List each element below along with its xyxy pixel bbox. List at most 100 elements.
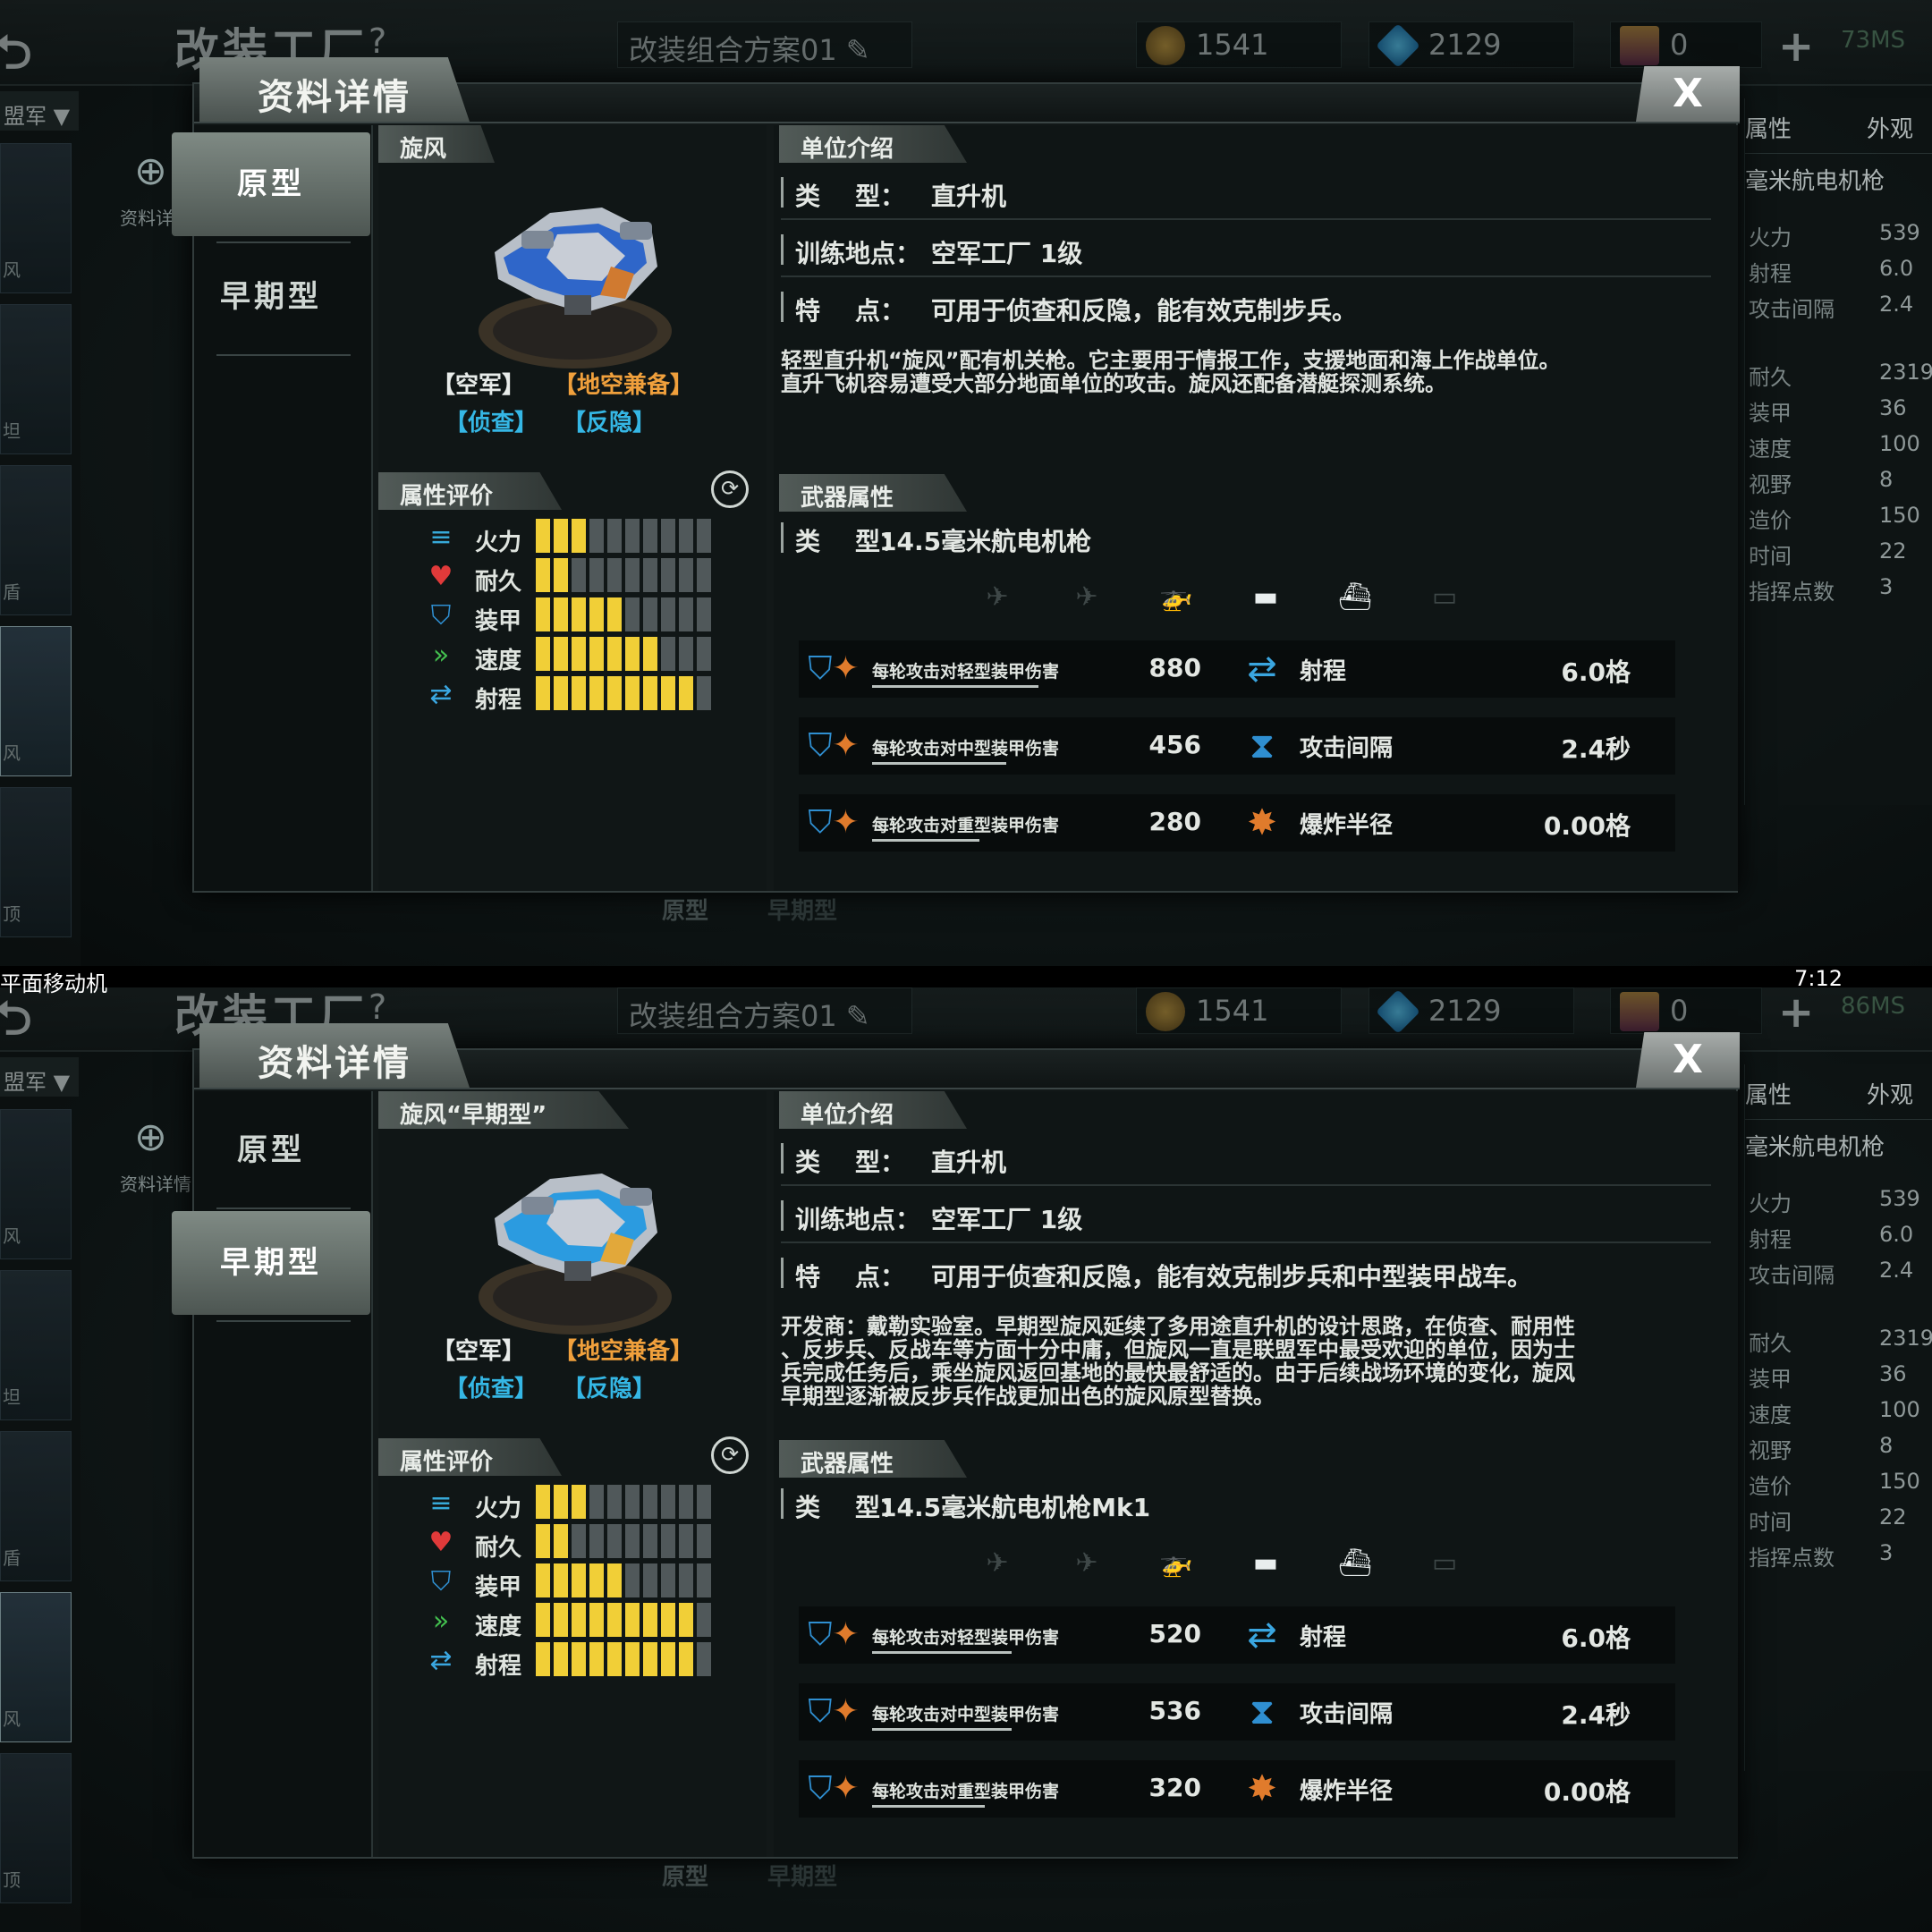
stat-bar-segment [697, 676, 711, 710]
add-resource-button[interactable]: + [1778, 21, 1814, 72]
stat-bar-segment [625, 1524, 640, 1558]
tab-prototype[interactable]: 原型 [172, 1098, 370, 1202]
coin-counter: 1541 [1136, 987, 1342, 1034]
side-attribute-value: 8 [1879, 467, 1894, 492]
unit-description: 轻型直升机“旋风”配有机关枪。它主要用于情报工作，支援地面和海上作战单位。 直升飞… [781, 349, 1729, 395]
stat-bar-segment [589, 1485, 604, 1519]
unit-list-item[interactable]: 坦 [0, 1270, 72, 1420]
card-icon [1620, 992, 1659, 1031]
stat-bar-segment [607, 1642, 622, 1676]
faction-filter-dropdown[interactable]: 盟军 ▼ [0, 91, 79, 131]
plan-name-label: 改装组合方案01 [629, 33, 837, 67]
unit-list-item[interactable]: 盾 [0, 1431, 72, 1581]
stat-bar-segment [607, 1563, 622, 1597]
side-attribute-value: 36 [1879, 395, 1907, 420]
range-arrow-icon: ⇄ [1247, 1614, 1277, 1656]
help-button[interactable]: ? [369, 987, 386, 1027]
jet-icon: ✈ [986, 581, 1009, 613]
faction-filter-dropdown[interactable]: 盟军 ▼ [0, 1057, 79, 1097]
description-line: 开发商：戴勒实验室。早期型旋风延续了多用途直升机的设计思路，在侦查、耐用性 [781, 1314, 1575, 1339]
unit-list-item-label: 风 [3, 1708, 21, 1730]
attribute-side-panel: 属性 外观 毫米航电机枪 火力 539 射程 6.0 攻击间隔 2.4 耐久 2319 装甲 36… [1744, 1064, 1932, 1771]
stat-bar-segment [589, 1563, 604, 1597]
tag-anti-stealth: 【反隐】 [563, 1376, 657, 1402]
stat-bar-segment [697, 519, 711, 553]
zoom-icon[interactable]: ⊕ [134, 1114, 167, 1160]
plan-name-field[interactable]: 改装组合方案01 ✎ [617, 987, 912, 1034]
damage-row: ⛉✦ 每轮攻击对轻型装甲伤害 880 ⇄ 射程 6.0格 [799, 640, 1675, 698]
coin-value: 1541 [1196, 994, 1269, 1028]
stat-row: ♥ 耐久 [421, 1524, 743, 1562]
description-line: 早期型逐渐被反步兵作战更加出色的旋风原型替换。 [781, 1384, 1275, 1409]
feature-value: 可用于侦查和反隐，能有效克制步兵。 [931, 296, 1358, 326]
unit-list-item-selected[interactable]: 风 [0, 1592, 72, 1742]
close-button[interactable]: X [1636, 66, 1740, 122]
tab-early-model[interactable]: 早期型 [172, 245, 370, 349]
type-value: 直升机 [931, 182, 1007, 211]
range-arrow-icon: ⇄ [429, 679, 453, 710]
memory-readout: 86MS [1841, 993, 1906, 1020]
hourglass-icon: ⧗ [1249, 1691, 1275, 1733]
helicopter-model-icon [479, 1174, 672, 1335]
stat-bar-segment [697, 558, 711, 592]
stat-bar-segment [607, 1485, 622, 1519]
gem-counter: 2129 [1368, 987, 1574, 1034]
range-arrow-icon: ⇄ [1247, 648, 1277, 690]
refresh-icon[interactable]: ⟳ [711, 1436, 749, 1474]
stat-bar-segment [679, 519, 693, 553]
unit-list-item[interactable]: 风 [0, 143, 72, 293]
stat-bar-segment [679, 1524, 693, 1558]
close-button[interactable]: X [1636, 1032, 1740, 1088]
coin-icon [1146, 992, 1185, 1031]
side-attribute-value: 150 [1879, 1469, 1920, 1494]
tab-appearance[interactable]: 外观 [1867, 1077, 1913, 1110]
tab-attributes[interactable]: 属性 [1745, 111, 1792, 144]
refresh-icon[interactable]: ⟳ [711, 470, 749, 508]
side-attribute-value: 36 [1879, 1361, 1907, 1386]
help-button[interactable]: ? [369, 21, 386, 61]
unit-list-item[interactable]: 顶 [0, 787, 72, 937]
unit-list-item-label: 风 [3, 259, 21, 281]
tab-attributes[interactable]: 属性 [1745, 1077, 1792, 1110]
weapon-type-row: 类 型： 14.5毫米航电机枪 [781, 513, 1711, 565]
feature-row: 特 点： 可用于侦查和反隐，能有效克制步兵和中型装甲战车。 [781, 1249, 1711, 1301]
unit-list-item-selected[interactable]: 风 [0, 626, 72, 776]
coin-icon [1146, 26, 1185, 65]
description-line: 兵完成任务后，乘坐旋风返回基地的最快最舒适的。由于后续战场环境的变化，旋风 [781, 1360, 1575, 1385]
stat-bar-segment [679, 1603, 693, 1637]
tab-divider [216, 354, 351, 356]
damage-label-underline [872, 1651, 1012, 1654]
unit-list-item[interactable]: 盾 [0, 465, 72, 615]
stat-label: 火力 [475, 530, 522, 556]
stat-bar-segment [589, 558, 604, 592]
underlay-tab-text: 原型 [662, 898, 709, 925]
damage-label-underline [872, 1728, 1012, 1731]
unit-list-item[interactable]: 风 [0, 1109, 72, 1259]
unit-list-item[interactable]: 顶 [0, 1753, 72, 1903]
unit-list-item[interactable]: 坦 [0, 304, 72, 454]
train-value: 空军工厂 1级 [931, 239, 1083, 268]
stat-bar-segment [643, 558, 657, 592]
gem-value: 2129 [1428, 28, 1502, 62]
plan-name-field[interactable]: 改装组合方案01 ✎ [617, 21, 912, 68]
side-attribute-value: 6.0 [1879, 256, 1914, 281]
weapon-stat-value: 6.0格 [1561, 657, 1631, 687]
stat-bar-segment [679, 637, 693, 671]
zoom-icon[interactable]: ⊕ [134, 148, 167, 194]
tab-appearance[interactable]: 外观 [1867, 111, 1913, 144]
row-marker [781, 522, 784, 553]
stat-row: ≡ 火力 [421, 1485, 743, 1522]
armor-damage-icon: ⛉✦ [808, 804, 860, 841]
helicopter-icon: 🚁 [1159, 1547, 1193, 1579]
side-attribute-row: 指挥点数 3 [1745, 565, 1932, 608]
stat-bar [536, 637, 711, 671]
stat-bar-segment [697, 1642, 711, 1676]
gem-icon [1376, 23, 1420, 68]
chevrons-icon: » [432, 640, 450, 671]
stat-bar-segment [643, 1563, 657, 1597]
unit-name: 旋风 [378, 125, 495, 163]
add-resource-button[interactable]: + [1778, 987, 1814, 1038]
tab-early-model[interactable]: 早期型 [172, 1211, 370, 1315]
stat-bar [536, 1603, 711, 1637]
tab-prototype[interactable]: 原型 [172, 132, 370, 236]
